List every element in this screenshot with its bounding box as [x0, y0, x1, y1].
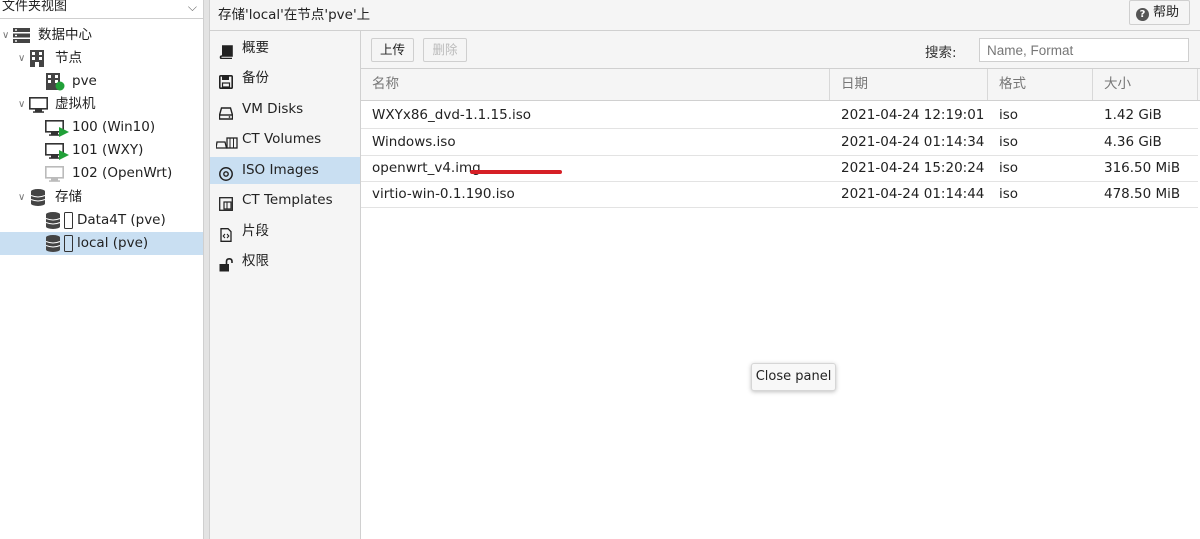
tree-item-label: 101 (WXY)	[72, 142, 144, 158]
nav-item-label: VM Disks	[242, 101, 304, 117]
nav-item-iso-images[interactable]: ISO Images	[210, 157, 360, 184]
tree-item-label: Data4T (pve)	[77, 212, 166, 228]
cell-size: 478.50 MiB	[1104, 186, 1181, 202]
resource-tree-panel: 文件夹视图 ⌵ ∨ 数据中心 ∨ 节点 pve ∨ 虚拟机 100 (Win10…	[0, 0, 204, 539]
tree-item-storage-local[interactable]: local (pve)	[0, 232, 203, 255]
page-title: 存储'local'在节点'pve'上	[218, 7, 371, 23]
cell-size: 1.42 GiB	[1104, 107, 1162, 123]
collapse-toggle-icon[interactable]: ∨	[18, 186, 25, 209]
chevron-down-icon: ⌵	[187, 0, 197, 14]
cell-size: 4.36 GiB	[1104, 134, 1162, 150]
tree-item-label: 102 (OpenWrt)	[72, 165, 173, 181]
nav-item-snippets[interactable]: 片段	[210, 218, 360, 245]
hdd-icon	[218, 103, 234, 120]
nav-item-summary[interactable]: 概要	[210, 35, 360, 62]
cell-date: 2021-04-24 01:14:44	[841, 186, 985, 202]
help-button-label: 帮助	[1153, 5, 1180, 20]
nav-item-label: 权限	[242, 253, 269, 269]
cell-name: Windows.iso	[372, 134, 456, 150]
disc-icon	[219, 164, 233, 181]
tree-item-vm-100[interactable]: 100 (Win10)	[0, 116, 203, 139]
close-panel-tooltip: Close panel	[751, 363, 836, 391]
column-header-date[interactable]: 日期	[830, 69, 988, 100]
nav-item-label: CT Templates	[242, 192, 333, 208]
delete-button[interactable]: 删除	[423, 38, 467, 62]
table-row[interactable]: openwrt_v4.img 2021-04-24 15:20:24 iso 3…	[361, 155, 1198, 182]
collapse-toggle-icon[interactable]: ∨	[18, 93, 25, 116]
upload-button[interactable]: 上传	[371, 38, 414, 62]
cell-name: openwrt_v4.img	[372, 160, 481, 176]
cell-name: WXYx86_dvd-1.1.15.iso	[372, 107, 532, 123]
nav-item-label: CT Volumes	[242, 131, 322, 147]
toolbar: 上传 删除 搜索:	[361, 31, 1200, 69]
view-selector[interactable]: 文件夹视图 ⌵	[0, 0, 203, 19]
nav-item-vm-disks[interactable]: VM Disks	[210, 96, 360, 123]
tree-item-storage[interactable]: ∨ 存储	[0, 186, 203, 209]
collapse-toggle-icon[interactable]: ∨	[18, 47, 25, 70]
tree-item-node-pve[interactable]: pve	[0, 70, 203, 93]
tree-item-label: local (pve)	[77, 235, 149, 251]
book-icon	[219, 42, 233, 60]
tree-item-vm-102[interactable]: 102 (OpenWrt)	[0, 162, 203, 185]
question-circle-icon: ?	[1136, 8, 1149, 21]
unlock-icon	[219, 255, 233, 272]
tree-item-label: pve	[72, 73, 97, 89]
floppy-icon	[219, 72, 233, 89]
view-selector-label: 文件夹视图	[2, 0, 68, 14]
cell-format: iso	[999, 107, 1019, 123]
nav-item-label: ISO Images	[242, 162, 319, 178]
cell-date: 2021-04-24 12:19:01	[841, 107, 985, 123]
tree-item-label: 节点	[55, 50, 82, 66]
storage-icon	[45, 235, 74, 260]
nav-item-label: 概要	[242, 40, 269, 56]
template-icon	[219, 194, 233, 211]
cell-format: iso	[999, 160, 1019, 176]
cell-date: 2021-04-24 15:20:24	[841, 160, 985, 176]
container-icon	[215, 133, 238, 149]
cell-format: iso	[999, 186, 1019, 202]
nav-item-label: 备份	[242, 70, 269, 86]
nav-item-ct-volumes[interactable]: CT Volumes	[210, 126, 360, 153]
cell-size: 316.50 MiB	[1104, 160, 1181, 176]
tree-item-label: 存储	[55, 189, 82, 205]
search-label: 搜索:	[925, 45, 957, 61]
nav-item-label: 片段	[242, 223, 269, 239]
storage-nav: 概要 备份 VM Disks CT Volumes ISO Images CT …	[210, 31, 361, 539]
table-row[interactable]: Windows.iso 2021-04-24 01:14:34 iso 4.36…	[361, 129, 1198, 156]
file-code-icon	[219, 225, 233, 242]
column-header-name[interactable]: 名称	[361, 69, 830, 100]
tree-item-label: 100 (Win10)	[72, 119, 156, 135]
cell-format: iso	[999, 134, 1019, 150]
cell-name: virtio-win-0.1.190.iso	[372, 186, 515, 202]
nav-item-permissions[interactable]: 权限	[210, 248, 360, 275]
tree-item-vm-101[interactable]: 101 (WXY)	[0, 139, 203, 162]
tree-item-storage-data4t[interactable]: Data4T (pve)	[0, 209, 203, 232]
help-button[interactable]: ? 帮助	[1129, 0, 1190, 25]
cell-date: 2021-04-24 01:14:34	[841, 134, 985, 150]
iso-images-panel: 上传 删除 搜索: 名称 日期 格式 大小 WXYx86_dvd-1.1.15.…	[361, 31, 1200, 539]
tree-item-datacenter[interactable]: ∨ 数据中心	[0, 24, 203, 47]
red-underline-annotation	[470, 170, 562, 174]
column-header-format[interactable]: 格式	[988, 69, 1093, 100]
tree-item-label: 数据中心	[38, 27, 92, 43]
nav-item-backup[interactable]: 备份	[210, 65, 360, 92]
tree-item-nodes[interactable]: ∨ 节点	[0, 47, 203, 70]
search-input[interactable]	[979, 38, 1189, 62]
nav-item-ct-templates[interactable]: CT Templates	[210, 187, 360, 214]
table-row[interactable]: WXYx86_dvd-1.1.15.iso 2021-04-24 12:19:0…	[361, 102, 1198, 129]
tree-item-vms[interactable]: ∨ 虚拟机	[0, 93, 203, 116]
page-header: 存储'local'在节点'pve'上 ? 帮助	[210, 0, 1200, 31]
collapse-toggle-icon[interactable]: ∨	[2, 24, 9, 47]
column-header-size[interactable]: 大小	[1093, 69, 1198, 100]
table-row[interactable]: virtio-win-0.1.190.iso 2021-04-24 01:14:…	[361, 181, 1198, 208]
grid-header: 名称 日期 格式 大小	[361, 69, 1200, 101]
tree-item-label: 虚拟机	[55, 96, 96, 112]
